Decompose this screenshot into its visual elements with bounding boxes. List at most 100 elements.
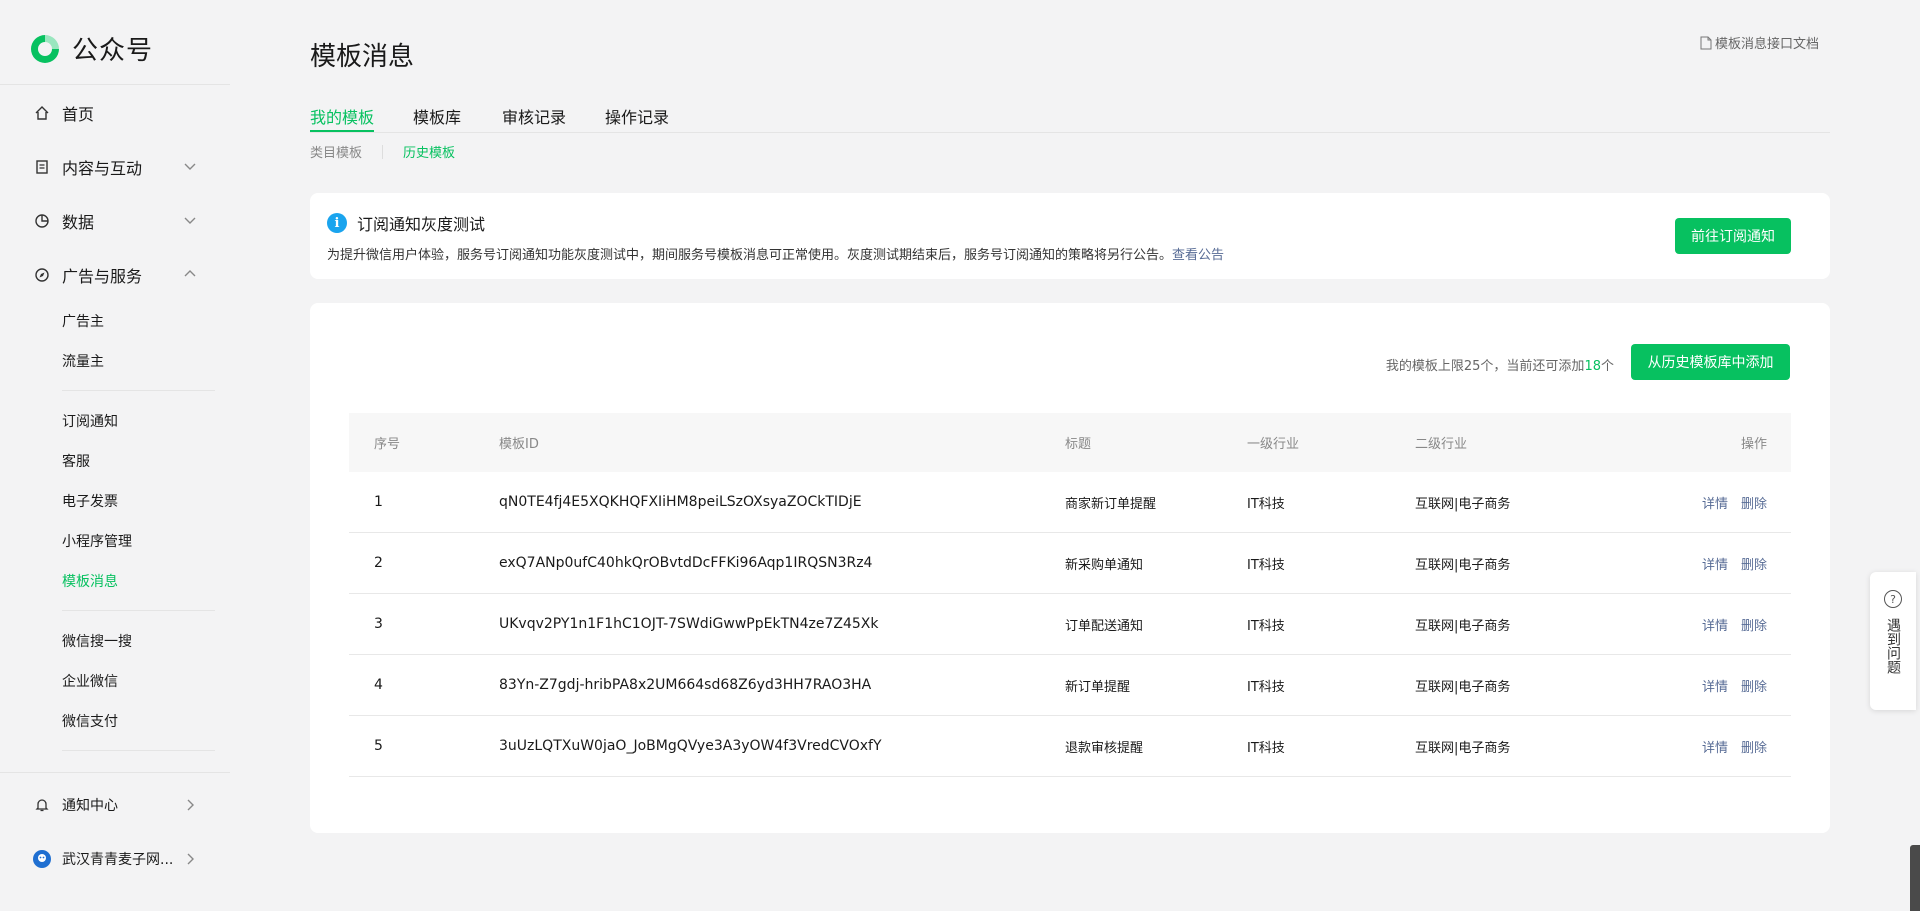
sidebar-subitem-subscription[interactable]: 订阅通知	[62, 411, 118, 431]
row-no: 5	[374, 738, 383, 754]
notice-text: 为提升微信用户体验，服务号订阅通知功能灰度测试中，期间服务号模板消息可正常使用。…	[327, 244, 1224, 263]
subtab-divider	[382, 144, 384, 159]
sidebar-subitem-search[interactable]: 微信搜一搜	[62, 631, 132, 651]
detail-link[interactable]: 详情	[1702, 676, 1728, 695]
api-doc-label: 模板消息接口文档	[1715, 37, 1820, 52]
subtab-bar: 类目模板 历史模板	[310, 142, 455, 161]
sidebar-subitem-template-message[interactable]: 模板消息	[62, 571, 118, 591]
row-template-id: 83Yn-Z7gdj-hribPA8x2UM664sd68Z6yd3HH7RAO…	[499, 677, 872, 693]
question-icon: ?	[1884, 590, 1902, 608]
tab-operation-records[interactable]: 操作记录	[605, 104, 669, 132]
delete-link[interactable]: 删除	[1741, 737, 1767, 756]
document-icon	[32, 157, 52, 177]
tab-template-library[interactable]: 模板库	[413, 104, 461, 132]
row-title: 商家新订单提醒	[1065, 496, 1157, 512]
row-industry1: IT科技	[1247, 679, 1285, 695]
add-from-history-button[interactable]: 从历史模板库中添加	[1631, 344, 1790, 380]
sidebar-item-notify[interactable]: 通知中心	[32, 795, 202, 815]
view-announcement-link[interactable]: 查看公告	[1172, 248, 1224, 263]
sidebar-subitem-work-wechat[interactable]: 企业微信	[62, 671, 118, 691]
help-float-button[interactable]: ? 遇到问题	[1870, 572, 1916, 710]
avatar	[32, 849, 52, 869]
limit-suffix: 个	[1600, 359, 1614, 374]
row-ops: 详情 删除	[1689, 655, 1767, 715]
row-template-id: exQ7ANp0ufC40hkQrOBvtdDcFFKi96Aqp1IRQSN3…	[499, 555, 873, 571]
sidebar-divider	[62, 610, 215, 611]
pie-chart-icon	[32, 211, 52, 231]
go-subscription-button[interactable]: 前往订阅通知	[1675, 218, 1791, 254]
info-icon: i	[327, 213, 347, 233]
column-header-industry2: 二级行业	[1415, 437, 1468, 452]
sidebar-divider	[0, 84, 230, 85]
sidebar-subitem-wechat-pay[interactable]: 微信支付	[62, 711, 118, 731]
tab-my-templates[interactable]: 我的模板	[310, 104, 375, 132]
help-label: 遇到问题	[1885, 618, 1901, 674]
chevron-right-icon	[187, 799, 194, 811]
sidebar-subitem-miniprogram[interactable]: 小程序管理	[62, 531, 132, 551]
sidebar-item-label: 通知中心	[62, 798, 118, 814]
row-no: 4	[374, 677, 383, 693]
brand-name: 公众号	[72, 36, 154, 66]
detail-link[interactable]: 详情	[1702, 615, 1728, 634]
subtab-history-templates[interactable]: 历史模板	[403, 142, 455, 161]
sidebar-item-data[interactable]: 数据	[32, 209, 202, 233]
sidebar-item-home[interactable]: 首页	[32, 101, 202, 125]
row-template-id: qN0TE4fj4E5XQKHQFXIiHM8peiLSzOXsyaZOCkTI…	[499, 494, 862, 510]
subtab-category-templates[interactable]: 类目模板	[310, 142, 362, 161]
row-industry2: 互联网|电子商务	[1415, 618, 1511, 634]
compass-icon	[32, 265, 52, 285]
chevron-right-icon	[187, 853, 194, 865]
row-title: 退款审核提醒	[1065, 740, 1144, 756]
table-row: 3 UKvqv2PY1n1F1hC1OJT-7SWdiGwwPpEkTN4ze7…	[349, 594, 1791, 655]
sidebar-subitem-einvoice[interactable]: 电子发票	[62, 491, 118, 511]
detail-link[interactable]: 详情	[1702, 554, 1728, 573]
scrollbar-handle[interactable]	[1910, 845, 1920, 911]
limit-prefix: 我的模板上限25个，当前还可添加	[1385, 359, 1585, 374]
sidebar-item-label: 广告与服务	[62, 267, 143, 286]
sidebar-item-content[interactable]: 内容与互动	[32, 155, 202, 179]
row-industry1: IT科技	[1247, 618, 1285, 634]
template-table: 序号 模板ID 标题 一级行业 二级行业 操作 1 qN0TE4fj4E5XQK…	[349, 413, 1791, 777]
sidebar-divider	[0, 772, 230, 773]
template-limit-text: 我的模板上限25个，当前还可添加18个	[1386, 355, 1614, 374]
sidebar-divider	[62, 390, 215, 391]
remaining-count: 18	[1584, 359, 1601, 374]
sidebar-divider	[62, 750, 215, 751]
row-ops: 详情 删除	[1689, 472, 1767, 532]
row-industry1: IT科技	[1247, 557, 1285, 573]
sidebar-subitem-publisher[interactable]: 流量主	[62, 351, 104, 371]
row-industry1: IT科技	[1247, 740, 1285, 756]
sidebar-item-account[interactable]: 武汉青青麦子网...	[32, 849, 202, 869]
row-no: 1	[374, 494, 383, 510]
sidebar-subitem-advertiser[interactable]: 广告主	[62, 311, 104, 331]
brand[interactable]: 公众号	[28, 30, 153, 67]
notice-title: i 订阅通知灰度测试	[327, 211, 485, 235]
delete-link[interactable]: 删除	[1741, 493, 1767, 512]
detail-link[interactable]: 详情	[1702, 737, 1728, 756]
sidebar-item-label: 首页	[62, 105, 95, 124]
row-industry2: 互联网|电子商务	[1415, 496, 1511, 512]
sidebar-item-label: 内容与互动	[62, 159, 143, 178]
table-header: 序号 模板ID 标题 一级行业 二级行业 操作	[349, 413, 1791, 472]
table-row: 2 exQ7ANp0ufC40hkQrOBvtdDcFFKi96Aqp1IRQS…	[349, 533, 1791, 594]
page-title: 模板消息	[310, 42, 415, 72]
tab-review-records[interactable]: 审核记录	[502, 104, 566, 132]
delete-link[interactable]: 删除	[1741, 554, 1767, 573]
column-header-ops: 操作	[1740, 437, 1767, 452]
notice-body: 为提升微信用户体验，服务号订阅通知功能灰度测试中，期间服务号模板消息可正常使用。…	[327, 248, 1173, 263]
detail-link[interactable]: 详情	[1702, 493, 1728, 512]
row-title: 新订单提醒	[1065, 679, 1131, 695]
sidebar-item-label: 数据	[62, 213, 95, 232]
sidebar-subitem-customer-service[interactable]: 客服	[62, 451, 90, 471]
chevron-down-icon	[184, 163, 196, 170]
row-industry1: IT科技	[1247, 496, 1285, 512]
api-doc-link[interactable]: 模板消息接口文档	[1700, 33, 1819, 52]
sidebar-item-ads[interactable]: 广告与服务	[32, 263, 202, 287]
column-header-template-id: 模板ID	[499, 437, 539, 452]
row-industry2: 互联网|电子商务	[1415, 557, 1511, 573]
notice-card: i 订阅通知灰度测试 为提升微信用户体验，服务号订阅通知功能灰度测试中，期间服务…	[310, 193, 1830, 279]
bell-icon	[32, 795, 52, 815]
delete-link[interactable]: 删除	[1741, 615, 1767, 634]
delete-link[interactable]: 删除	[1741, 676, 1767, 695]
row-industry2: 互联网|电子商务	[1415, 679, 1511, 695]
